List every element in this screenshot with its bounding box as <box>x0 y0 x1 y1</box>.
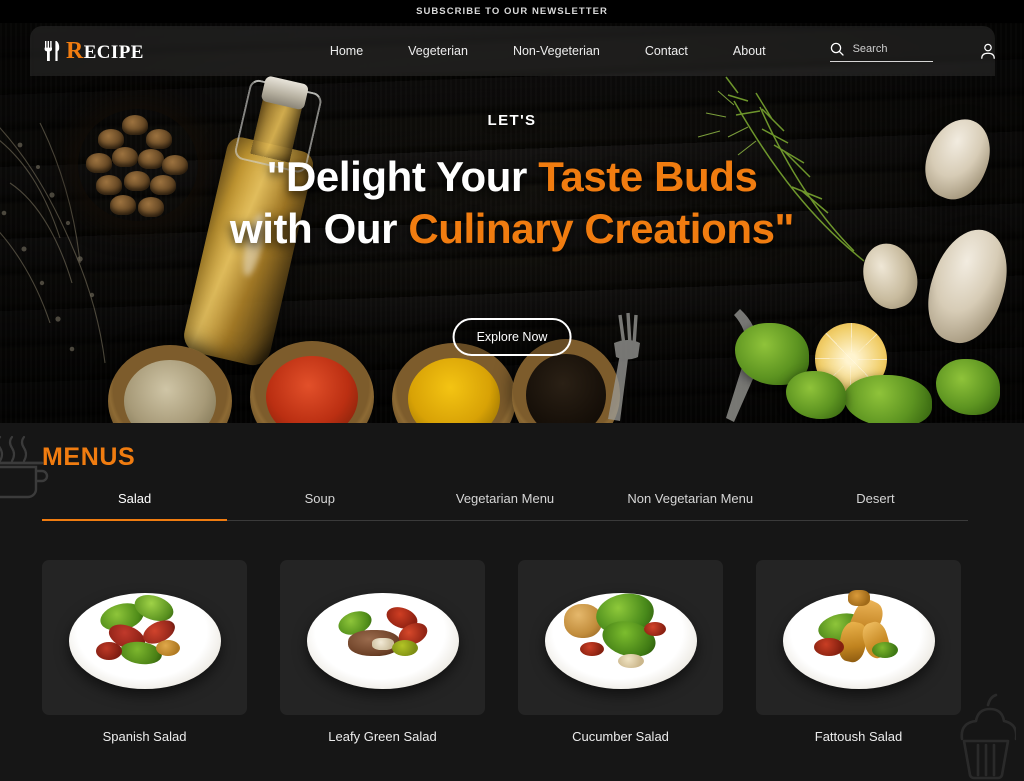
dish-image-leafy-green-salad[interactable] <box>280 560 485 715</box>
hero-title-line1-highlight: Taste Buds <box>538 153 758 200</box>
dish-image-spanish-salad[interactable] <box>42 560 247 715</box>
parsley-decor <box>844 375 932 423</box>
tab-vegetarian-menu[interactable]: Vegetarian Menu <box>412 491 597 520</box>
hero-kicker: LET'S <box>487 112 537 129</box>
site-header: RECIPE Home Vegeterian Non-Vegeterian Co… <box>30 26 995 76</box>
nav-item-about[interactable]: About <box>733 44 766 58</box>
menu-tabs: Salad Soup Vegetarian Menu Non Vegetaria… <box>42 491 968 521</box>
primary-nav: Home Vegeterian Non-Vegeterian Contact A… <box>330 44 766 58</box>
hero-title-line1-plain: "Delight Your <box>266 153 539 200</box>
menu-card[interactable]: Leafy Green Salad <box>280 560 485 744</box>
dish-name: Fattoush Salad <box>814 729 903 744</box>
dish-name: Cucumber Salad <box>572 729 669 744</box>
tab-non-vegetarian-menu[interactable]: Non Vegetarian Menu <box>598 491 783 520</box>
fork-knife-icon <box>44 41 60 61</box>
dish-image-cucumber-salad[interactable] <box>518 560 723 715</box>
page-title: MENUS <box>42 443 136 471</box>
hero-copy: LET'S "Delight Your Taste Buds with Our … <box>0 112 1024 255</box>
hero-title: "Delight Your Taste Buds with Our Culina… <box>0 151 1024 255</box>
dish-name: Spanish Salad <box>102 729 187 744</box>
hero-title-line2-plain: with Our <box>229 205 409 253</box>
nav-item-non-vegeterian[interactable]: Non-Vegeterian <box>513 44 600 58</box>
hero-title-line-1: "Delight Your Taste Buds <box>0 151 1024 203</box>
search-input[interactable] <box>852 42 933 55</box>
account-icon[interactable] <box>979 42 997 60</box>
header-action-icons <box>979 42 1024 60</box>
tab-salad[interactable]: Salad <box>42 491 228 521</box>
menus-section: MENUS Salad Soup Vegetarian Menu Non Veg… <box>0 423 1024 781</box>
menu-card-grid: Spanish Salad Leafy Green Salad Cucumber… <box>42 560 968 744</box>
dish-name: Leafy Green Salad <box>328 729 437 744</box>
hero-title-line-2: with Our Culinary Creations" <box>0 203 1024 255</box>
explore-now-button[interactable]: Explore Now <box>452 318 572 356</box>
logo-rest: ECIPE <box>83 41 144 63</box>
search-icon[interactable] <box>830 42 844 56</box>
nav-item-vegeterian[interactable]: Vegeterian <box>408 44 468 58</box>
logo-initial: R <box>66 37 84 64</box>
tab-soup[interactable]: Soup <box>227 491 412 520</box>
page-root: SUBSCRIBE TO OUR NEWSLETTER RECIPE Home … <box>0 0 1024 781</box>
nav-item-contact[interactable]: Contact <box>645 44 688 58</box>
nav-item-home[interactable]: Home <box>330 44 363 58</box>
site-logo[interactable]: RECIPE <box>44 38 144 65</box>
hero-title-line2-highlight: Culinary Creations" <box>408 205 795 253</box>
dish-image-fattoush-salad[interactable] <box>756 560 961 715</box>
logo-wordmark: RECIPE <box>66 38 144 65</box>
tab-desert[interactable]: Desert <box>783 491 968 520</box>
menu-card[interactable]: Fattoush Salad <box>756 560 961 744</box>
newsletter-bar[interactable]: SUBSCRIBE TO OUR NEWSLETTER <box>0 0 1024 23</box>
newsletter-label: SUBSCRIBE TO OUR NEWSLETTER <box>416 6 608 17</box>
menu-card[interactable]: Spanish Salad <box>42 560 247 744</box>
menu-card[interactable]: Cucumber Salad <box>518 560 723 744</box>
search-box[interactable] <box>829 40 933 62</box>
